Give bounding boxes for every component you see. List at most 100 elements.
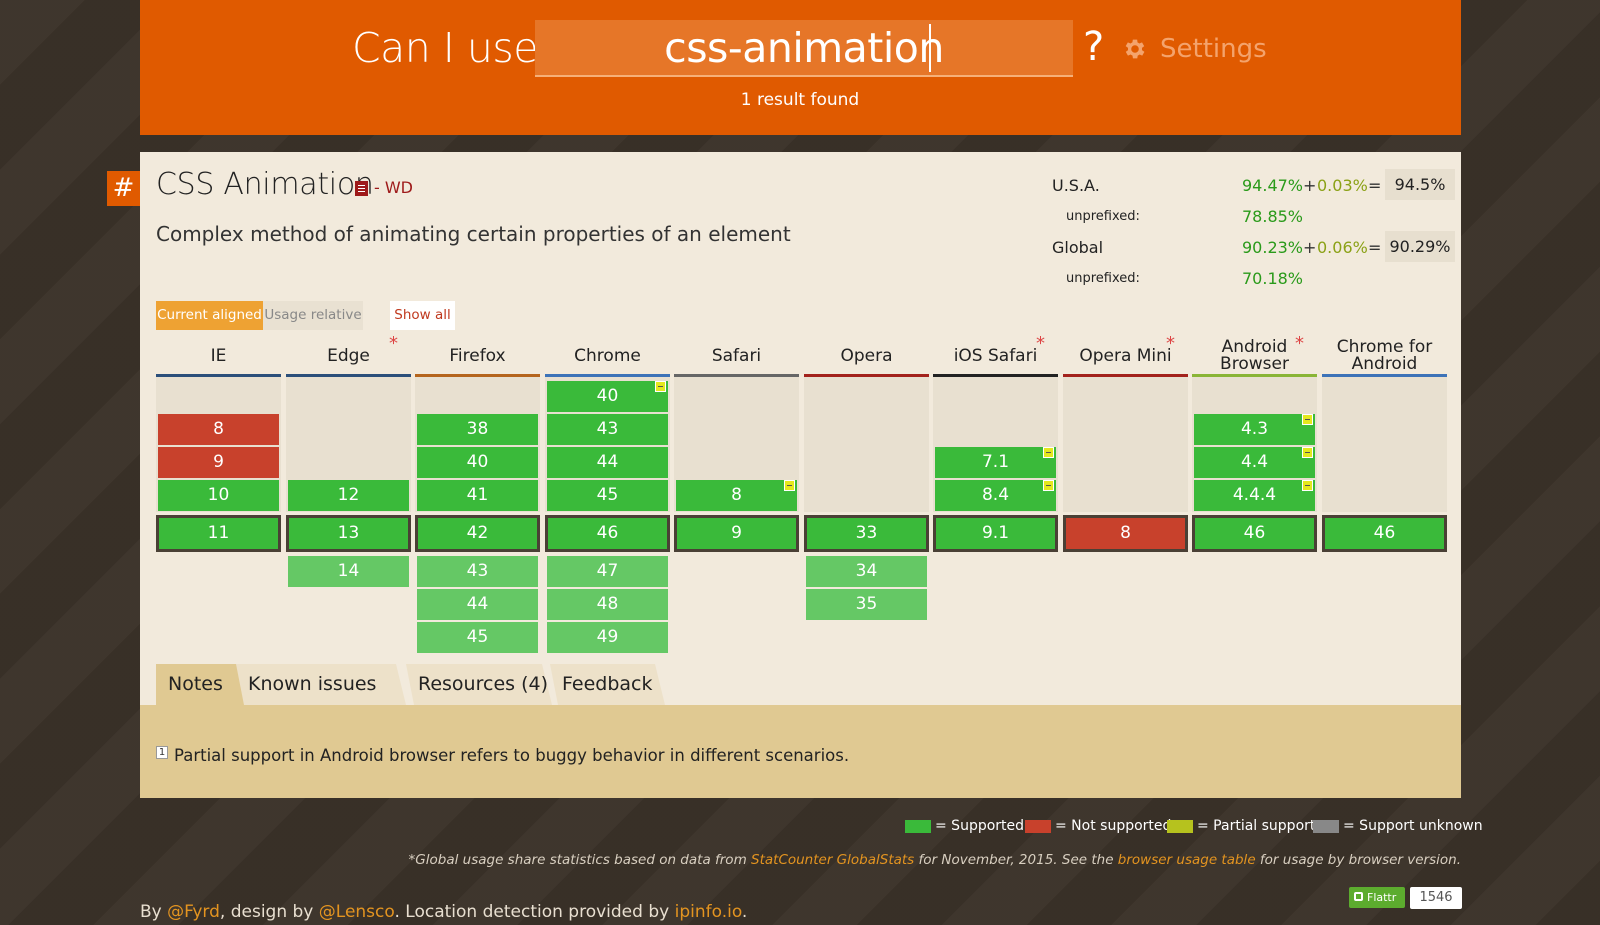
global-unprefixed-label: unprefixed: — [1066, 271, 1140, 286]
global-full-pct: 90.23% — [1242, 238, 1304, 257]
partial-note-icon — [1302, 414, 1313, 425]
current-version-cell[interactable]: 42 — [418, 518, 537, 549]
version-cell[interactable]: 8 — [676, 480, 797, 511]
version-cell[interactable]: 43 — [547, 414, 668, 445]
supported-swatch — [905, 819, 931, 833]
usa-total: 94.5% — [1385, 169, 1455, 200]
current-version-cell[interactable]: 8 — [1066, 518, 1185, 549]
credits-design: , design by — [219, 902, 319, 922]
future-version-cell[interactable]: 45 — [417, 622, 538, 653]
spec-status[interactable]: - WD — [374, 178, 413, 197]
past-versions-bg-chrome-for-android — [1322, 377, 1447, 512]
search-input[interactable] — [535, 20, 1073, 75]
future-version-cell[interactable]: 48 — [547, 589, 668, 620]
version-cell[interactable]: 7.1 — [935, 447, 1056, 478]
credits-location: . Location detection provided by — [394, 902, 675, 922]
legend-unknown: = Support unknown — [1313, 818, 1483, 834]
footnote-post: for usage by browser version. — [1255, 852, 1461, 868]
usa-partial-pct: 0.03% — [1317, 176, 1368, 195]
settings-button[interactable]: Settings — [1122, 34, 1267, 64]
usage-footnote: *Global usage share statistics based on … — [409, 852, 1461, 868]
browser-name-chrome-for-android: Chrome for Android — [1336, 337, 1433, 374]
current-version-cell[interactable]: 11 — [159, 518, 278, 549]
show-all-button[interactable]: Show all — [390, 301, 455, 330]
global-equals: = — [1368, 238, 1382, 257]
usage-relative-button[interactable]: Usage relative — [263, 301, 363, 330]
credits-end: . — [741, 902, 748, 922]
version-cell[interactable]: 12 — [288, 480, 409, 511]
usa-unprefixed-pct: 78.85% — [1242, 207, 1304, 226]
flattr-button[interactable]: Flattr — [1349, 887, 1405, 908]
statcounter-link[interactable]: StatCounter GlobalStats — [751, 852, 914, 868]
caniuse-label: Can I use — [352, 24, 538, 72]
tab-notes[interactable]: Notes — [156, 664, 246, 705]
future-version-cell[interactable]: 47 — [547, 556, 668, 587]
tab-resources[interactable]: Resources (4) — [406, 664, 552, 705]
current-version-cell[interactable]: 46 — [1195, 518, 1314, 549]
tab-feedback[interactable]: Feedback — [550, 664, 665, 705]
partial-note-icon — [1043, 447, 1054, 458]
future-version-cell[interactable]: 44 — [417, 589, 538, 620]
usa-plus: + — [1303, 176, 1317, 195]
version-cell[interactable]: 8 — [158, 414, 279, 445]
gear-icon — [1125, 39, 1145, 59]
future-version-cell[interactable]: 43 — [417, 556, 538, 587]
question-mark: ? — [1083, 24, 1105, 70]
browser-name-firefox: Firefox — [449, 346, 506, 366]
current-version-cell[interactable]: 9.1 — [936, 518, 1055, 549]
version-cell[interactable]: 38 — [417, 414, 538, 445]
fyrd-link[interactable]: @Fyrd — [167, 902, 220, 922]
legend-supported-label: = Supported — [935, 818, 1025, 834]
past-versions-bg-opera-mini — [1063, 377, 1188, 512]
footnote-mid: for November, 2015. See the — [914, 852, 1118, 868]
current-version-cell[interactable]: 9 — [677, 518, 796, 549]
tab-known-issues[interactable]: Known issues (6) — [236, 664, 406, 705]
version-cell[interactable]: 9 — [158, 447, 279, 478]
browser-name-opera: Opera — [840, 346, 893, 366]
global-partial-pct: 0.06% — [1317, 238, 1368, 257]
future-version-cell[interactable]: 35 — [806, 589, 927, 620]
asterisk-ios-safari: * — [1036, 333, 1045, 354]
version-cell[interactable]: 8.4 — [935, 480, 1056, 511]
search-box[interactable] — [535, 20, 1073, 77]
past-versions-bg-opera — [804, 377, 929, 512]
global-label: Global — [1052, 238, 1104, 257]
spec-document-icon[interactable] — [355, 181, 368, 196]
future-version-cell[interactable]: 14 — [288, 556, 409, 587]
browser-usage-table-link[interactable]: browser usage table — [1118, 852, 1256, 868]
version-cell[interactable]: 40 — [547, 381, 668, 412]
future-version-cell[interactable]: 49 — [547, 622, 668, 653]
version-cell[interactable]: 45 — [547, 480, 668, 511]
current-aligned-button[interactable]: Current aligned — [156, 301, 263, 330]
version-cell[interactable]: 4.4 — [1194, 447, 1315, 478]
feature-anchor-link[interactable]: # — [107, 171, 140, 206]
usa-unprefixed-label: unprefixed: — [1066, 209, 1140, 224]
asterisk-edge: * — [389, 333, 398, 354]
credits-by: By — [140, 902, 168, 922]
version-cell[interactable]: 10 — [158, 480, 279, 511]
partial-swatch — [1167, 819, 1193, 833]
version-cell[interactable]: 4.3 — [1194, 414, 1315, 445]
current-version-cell[interactable]: 46 — [548, 518, 667, 549]
current-version-cell[interactable]: 33 — [807, 518, 926, 549]
version-cell[interactable]: 40 — [417, 447, 538, 478]
lensco-link[interactable]: @Lensco — [319, 902, 395, 922]
global-total: 90.29% — [1385, 231, 1455, 262]
browser-name-ie: IE — [210, 346, 227, 366]
result-count: 1 result found — [740, 90, 860, 110]
legend-supported: = Supported — [905, 818, 1024, 834]
version-cell[interactable]: 44 — [547, 447, 668, 478]
unknown-swatch — [1313, 819, 1339, 833]
future-version-cell[interactable]: 34 — [806, 556, 927, 587]
not-supported-swatch — [1025, 819, 1051, 833]
browser-name-safari: Safari — [711, 346, 762, 366]
version-cell[interactable]: 4.4.4 — [1194, 480, 1315, 511]
current-version-cell[interactable]: 46 — [1325, 518, 1444, 549]
settings-label: Settings — [1160, 34, 1267, 64]
partial-note-icon — [784, 480, 795, 491]
note-text: Partial support in Android browser refer… — [174, 746, 850, 765]
credits: By @Fyrd, design by @Lensco. Location de… — [140, 902, 747, 922]
current-version-cell[interactable]: 13 — [289, 518, 408, 549]
ipinfo-link[interactable]: ipinfo.io — [675, 902, 742, 922]
version-cell[interactable]: 41 — [417, 480, 538, 511]
